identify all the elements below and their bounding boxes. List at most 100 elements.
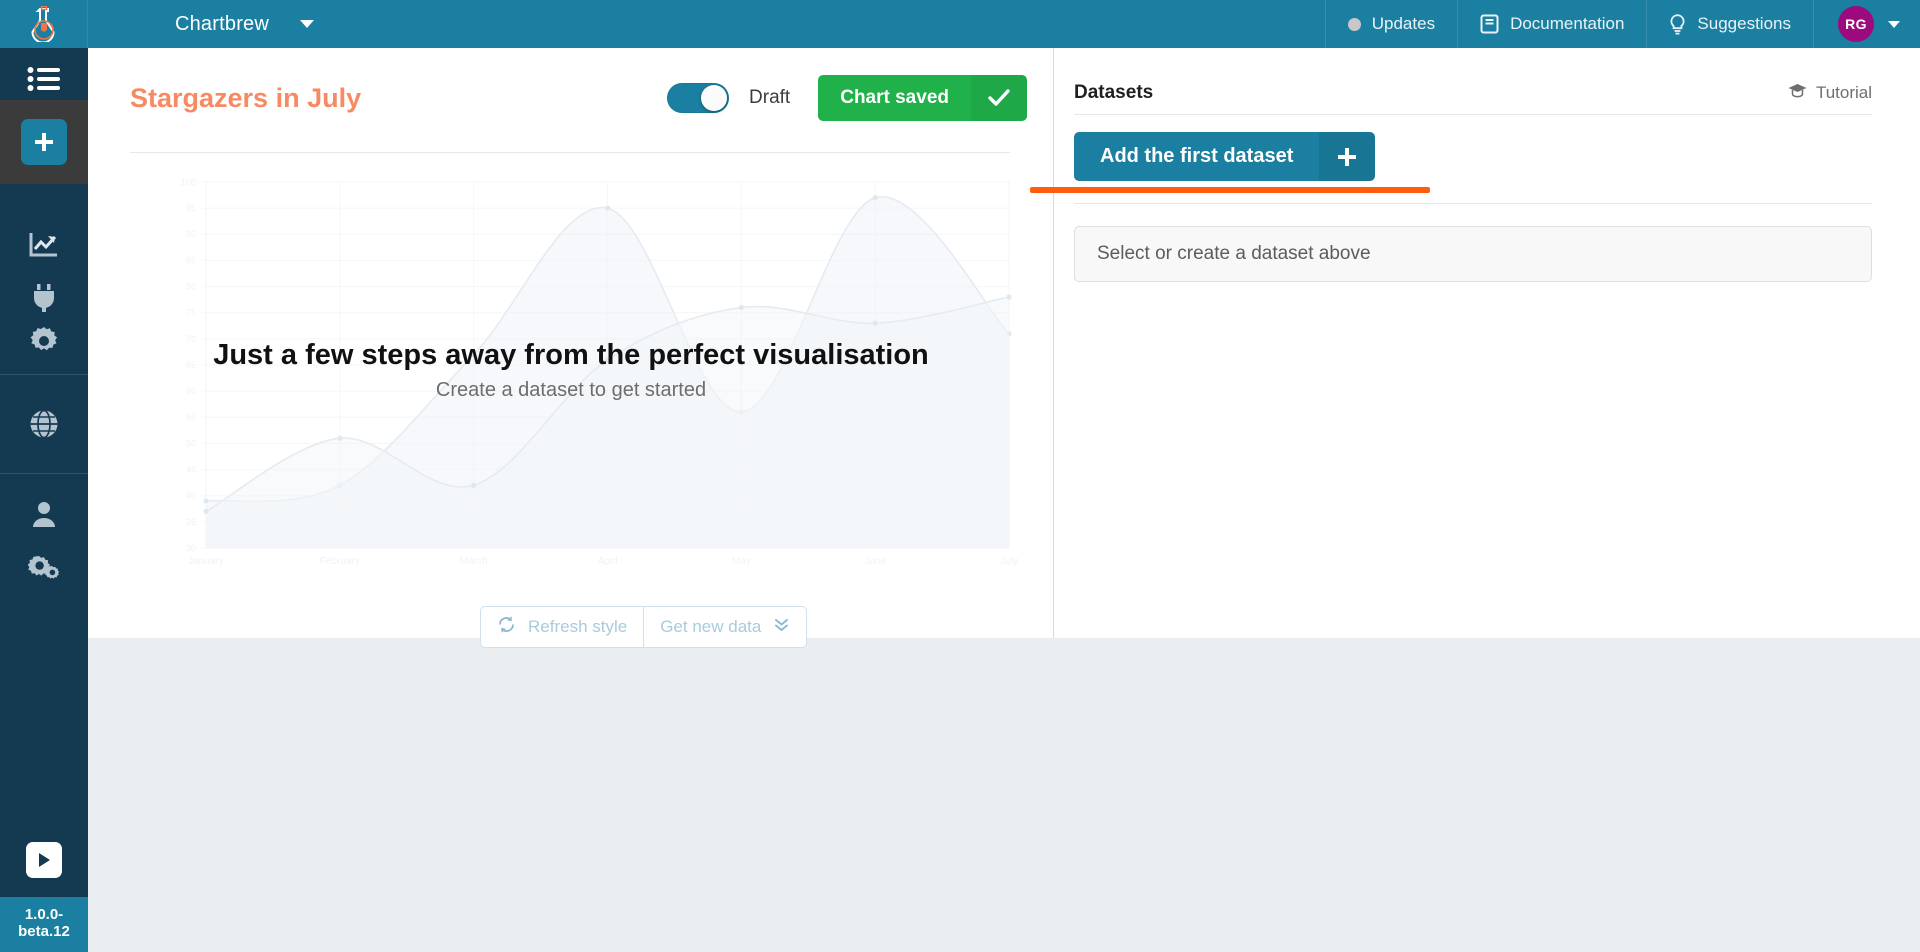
page-title: Stargazers in July: [130, 83, 361, 114]
ghost-chart: 30 35 40 45 50 55 60 65 70 75 80 85 90 95 100 January F…: [88, 160, 1054, 580]
nav-updates[interactable]: Updates: [1325, 0, 1457, 48]
globe-icon: [29, 409, 59, 439]
workspace-switcher[interactable]: Chartbrew: [88, 0, 356, 48]
datasets-section-divider: [1074, 203, 1872, 204]
svg-text:February: February: [320, 556, 360, 567]
header-divider: [130, 152, 1010, 153]
sidebar-item-add-new[interactable]: [0, 100, 88, 184]
left-sidebar: 1.0.0-beta.12: [0, 48, 88, 952]
svg-text:90: 90: [186, 229, 196, 239]
svg-text:May: May: [732, 556, 751, 567]
chart-action-button-group: Refresh style Get new data: [480, 606, 807, 648]
svg-text:60: 60: [186, 386, 196, 396]
play-icon: [26, 842, 62, 878]
refresh-style-button[interactable]: Refresh style: [481, 607, 643, 647]
top-navigation-bar: Chartbrew Updates Documentation Suggesti…: [0, 0, 1920, 48]
sidebar-item-public-dashboard[interactable]: [0, 385, 88, 463]
user-menu[interactable]: RG: [1813, 0, 1920, 48]
plus-icon: [1319, 132, 1375, 181]
tutorial-label: Tutorial: [1816, 83, 1872, 103]
flask-logo-icon: [27, 6, 61, 42]
sidebar-bottom: 1.0.0-beta.12: [0, 823, 88, 952]
book-icon: [1480, 14, 1499, 34]
svg-text:50: 50: [186, 438, 196, 448]
nav-documentation-label: Documentation: [1510, 14, 1624, 34]
chart-preview-pane: Stargazers in July Draft Chart saved: [88, 48, 1054, 638]
plug-icon: [31, 283, 57, 313]
sidebar-divider: [0, 374, 88, 375]
lightbulb-icon: [1669, 14, 1686, 35]
sidebar-item-projects-list[interactable]: [0, 48, 88, 100]
avatar: RG: [1838, 6, 1874, 42]
chart-canvas: 30 35 40 45 50 55 60 65 70 75 80 85 90 95 100 January F…: [88, 160, 1054, 580]
nav-updates-label: Updates: [1372, 14, 1435, 34]
svg-text:70: 70: [186, 334, 196, 344]
draft-label: Draft: [749, 87, 790, 109]
dot-icon: [1348, 18, 1361, 31]
highlight-underline: [1030, 187, 1430, 193]
datasets-title: Datasets: [1074, 82, 1153, 104]
chevron-down-icon: [1888, 21, 1900, 28]
svg-text:35: 35: [186, 517, 196, 527]
draft-toggle[interactable]: [667, 83, 729, 113]
tutorial-button[interactable]: Tutorial: [1788, 83, 1872, 104]
datasets-pane: Datasets Tutorial Add the first dataset: [1054, 48, 1920, 638]
svg-text:80: 80: [186, 282, 196, 292]
svg-text:July: July: [1000, 556, 1018, 567]
nav-suggestions[interactable]: Suggestions: [1646, 0, 1813, 48]
sidebar-item-run[interactable]: [0, 823, 88, 897]
get-new-data-label: Get new data: [660, 617, 761, 637]
brand-name: Chartbrew: [175, 13, 269, 36]
chart-saved-label: Chart saved: [818, 75, 971, 121]
app-logo[interactable]: [0, 0, 88, 48]
chevron-down-icon: [300, 20, 314, 28]
chart-line-icon: [29, 231, 59, 259]
topbar-spacer: [356, 0, 1325, 48]
dataset-empty-text: Select or create a dataset above: [1097, 243, 1371, 265]
svg-text:55: 55: [186, 412, 196, 422]
sidebar-divider-2: [0, 473, 88, 474]
sidebar-item-team-members[interactable]: [0, 484, 88, 544]
add-dataset-wrapper: Add the first dataset: [1074, 115, 1872, 181]
version-badge: 1.0.0-beta.12: [0, 897, 88, 952]
svg-text:75: 75: [186, 308, 196, 318]
main-content: Stargazers in July Draft Chart saved: [88, 48, 1920, 638]
svg-text:January: January: [188, 556, 224, 567]
list-icon: [27, 66, 61, 92]
chart-header: Stargazers in July Draft Chart saved: [88, 48, 1053, 124]
sidebar-item-charts[interactable]: [0, 212, 88, 278]
add-first-dataset-label: Add the first dataset: [1074, 132, 1319, 181]
sidebar-gap: [0, 184, 88, 212]
double-chevron-down-icon: [773, 616, 790, 638]
gear-icon: [30, 327, 58, 355]
datasets-header: Datasets Tutorial: [1074, 72, 1872, 114]
svg-text:30: 30: [186, 543, 196, 553]
svg-text:April: April: [597, 556, 617, 567]
user-icon: [30, 500, 58, 528]
chart-header-actions: Draft Chart saved: [667, 75, 1027, 121]
refresh-style-label: Refresh style: [528, 617, 627, 637]
add-first-dataset-button[interactable]: Add the first dataset: [1074, 132, 1375, 181]
refresh-icon: [497, 615, 516, 639]
svg-text:65: 65: [186, 360, 196, 370]
svg-text:40: 40: [186, 491, 196, 501]
graduation-cap-icon: [1788, 83, 1807, 104]
toggle-knob: [701, 85, 727, 111]
gears-icon: [28, 553, 60, 581]
dataset-empty-state[interactable]: Select or create a dataset above: [1074, 226, 1872, 282]
svg-text:June: June: [864, 556, 886, 567]
svg-text:100: 100: [181, 177, 196, 187]
chart-saved-button[interactable]: Chart saved: [818, 75, 1027, 121]
sidebar-item-connections[interactable]: [0, 278, 88, 318]
nav-suggestions-label: Suggestions: [1697, 14, 1791, 34]
get-new-data-button[interactable]: Get new data: [644, 607, 806, 647]
nav-documentation[interactable]: Documentation: [1457, 0, 1646, 48]
plus-icon: [21, 119, 67, 165]
check-icon: [971, 75, 1027, 121]
sidebar-item-team-settings[interactable]: [0, 544, 88, 590]
svg-text:March: March: [460, 556, 488, 567]
svg-text:85: 85: [186, 255, 196, 265]
svg-text:45: 45: [186, 465, 196, 475]
svg-text:95: 95: [186, 203, 196, 213]
sidebar-item-project-settings[interactable]: [0, 318, 88, 364]
